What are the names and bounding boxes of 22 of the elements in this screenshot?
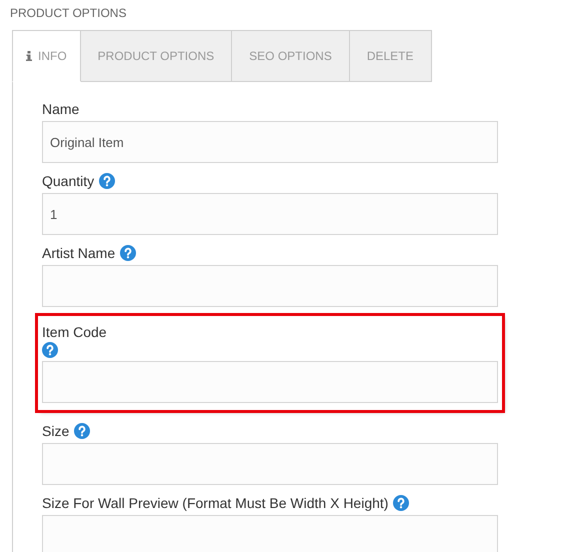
tab[interactable]: SEO OPTIONS	[232, 30, 350, 82]
field-label: Artist Name	[42, 245, 116, 261]
help-icon[interactable]	[393, 495, 410, 511]
tab[interactable]: DELETE	[350, 30, 432, 82]
field-label: Item Code	[42, 324, 107, 340]
section-heading: PRODUCT OPTIONS	[10, 6, 128, 20]
field-label: Size	[42, 423, 70, 439]
field-label: Name	[42, 101, 80, 117]
input-field[interactable]	[42, 443, 498, 485]
field-label: Size For Wall Preview (Format Must Be Width X Height)	[42, 495, 388, 511]
tab[interactable]: PRODUCT OPTIONS	[80, 30, 232, 82]
tab[interactable]: INFO	[12, 30, 81, 82]
input-field[interactable]	[42, 515, 498, 552]
input-field[interactable]: 1	[42, 193, 498, 235]
help-icon[interactable]	[120, 245, 136, 261]
input-field[interactable]	[42, 265, 498, 307]
field-label: Quantity	[42, 173, 94, 189]
help-icon[interactable]	[99, 173, 116, 189]
input-field[interactable]: Original Item	[42, 121, 498, 163]
help-icon[interactable]	[74, 423, 90, 439]
input-field[interactable]	[42, 361, 498, 403]
help-icon[interactable]	[42, 342, 58, 358]
